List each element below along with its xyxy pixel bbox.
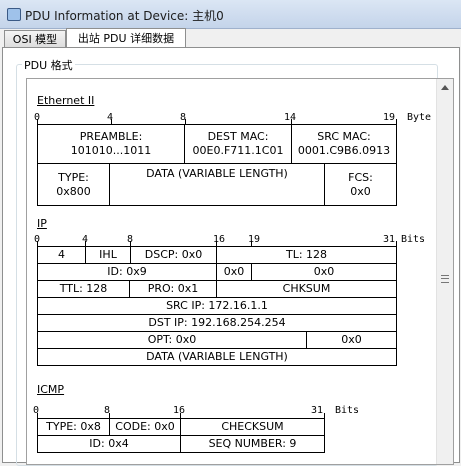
tab-bar: OSI 模型 出站 PDU 详细数据 <box>0 28 461 49</box>
dest-mac-value: 00E0.F711.1C01 <box>192 144 284 157</box>
fcs-label: FCS: <box>348 170 373 184</box>
vertical-scrollbar[interactable] <box>436 79 453 464</box>
icmp-title: ICMP <box>37 383 65 396</box>
eth-data-label: DATA (VARIABLE LENGTH) <box>146 167 288 180</box>
ip-tick-label-31: 31 <box>383 234 396 245</box>
ip-tick-label-16: 16 <box>213 234 226 245</box>
ip-src-ip-field: SRC IP: 172.16.1.1 <box>37 297 397 315</box>
icmp-seq-field: SEQ NUMBER: 9 <box>180 435 325 453</box>
eth-tick-label-19: 19 <box>383 112 396 123</box>
window-title: PDU Information at Device: 主机0 <box>25 9 224 23</box>
ip-id-field: ID: 0x9 <box>37 263 217 281</box>
ip-tick-label-19: 19 <box>248 234 261 245</box>
eth-fcs-field: FCS: 0x0 <box>324 163 397 206</box>
pdu-content: Ethernet II 0 4 8 14 19 Byte PREAMBLE: 1… <box>27 79 436 464</box>
eth-data-field: DATA (VARIABLE LENGTH) <box>109 163 325 206</box>
tab-outbound-pdu-details[interactable]: 出站 PDU 详细数据 <box>66 28 186 49</box>
icmp-checksum-field: CHECKSUM <box>180 418 325 436</box>
ip-unit-label: Bits <box>401 234 426 245</box>
title-bar: PDU Information at Device: 主机0 <box>0 0 461 29</box>
window-icon <box>7 8 21 21</box>
icmp-code-field: CODE: 0x0 <box>109 418 181 436</box>
eth-preamble-field: PREAMBLE: 101010...1011 <box>37 124 185 164</box>
ip-title: IP <box>37 217 47 230</box>
eth-type-value: 0x800 <box>56 184 91 198</box>
preamble-value: 101010...1011 <box>70 144 152 157</box>
ip-tl-field: TL: 128 <box>216 246 397 264</box>
ip-flags-field: 0x0 <box>216 263 252 281</box>
ip-ihl-field: IHL <box>85 246 131 264</box>
scroll-grip-icon[interactable] <box>441 275 449 283</box>
ip-version-field: 4 <box>37 246 86 264</box>
ip-opt-padding-field: 0x0 <box>306 331 397 349</box>
tab-osi-model[interactable]: OSI 模型 <box>4 30 66 48</box>
pdu-scroll-area[interactable]: Ethernet II 0 4 8 14 19 Byte PREAMBLE: 1… <box>26 78 454 465</box>
ip-chksum-field: CHKSUM <box>216 280 397 298</box>
ip-pro-field: PRO: 0x1 <box>129 280 217 298</box>
ip-ttl-field: TTL: 128 <box>37 280 130 298</box>
ip-dst-ip-field: DST IP: 192.168.254.254 <box>37 314 397 332</box>
ip-data-field: DATA (VARIABLE LENGTH) <box>37 348 397 366</box>
icmp-id-field: ID: 0x4 <box>37 435 181 453</box>
icmp-type-field: TYPE: 0x8 <box>37 418 110 436</box>
ip-opt-field: OPT: 0x0 <box>37 331 307 349</box>
eth-src-mac-field: SRC MAC: 0001.C9B6.0913 <box>291 124 397 164</box>
eth-dest-mac-field: DEST MAC: 00E0.F711.1C01 <box>184 124 292 164</box>
src-mac-label: SRC MAC: <box>317 130 371 143</box>
group-label: PDU 格式 <box>22 57 75 73</box>
src-mac-value: 0001.C9B6.0913 <box>297 144 391 157</box>
dest-mac-label: DEST MAC: <box>207 130 269 143</box>
eth-unit-label: Byte <box>407 112 432 123</box>
fcs-value: 0x0 <box>350 184 371 198</box>
preamble-label: PREAMBLE: <box>79 130 143 143</box>
ethernet-title: Ethernet II <box>37 94 95 107</box>
ip-frag-offset-field: 0x0 <box>251 263 397 281</box>
eth-type-label: TYPE: <box>58 170 89 184</box>
ip-dscp-field: DSCP: 0x0 <box>130 246 217 264</box>
icmp-unit-label: Bits <box>335 405 360 416</box>
icmp-tick-label-31: 31 <box>311 405 324 416</box>
scroll-up-arrow-icon[interactable] <box>441 85 449 90</box>
eth-type-field: TYPE: 0x800 <box>37 163 110 206</box>
